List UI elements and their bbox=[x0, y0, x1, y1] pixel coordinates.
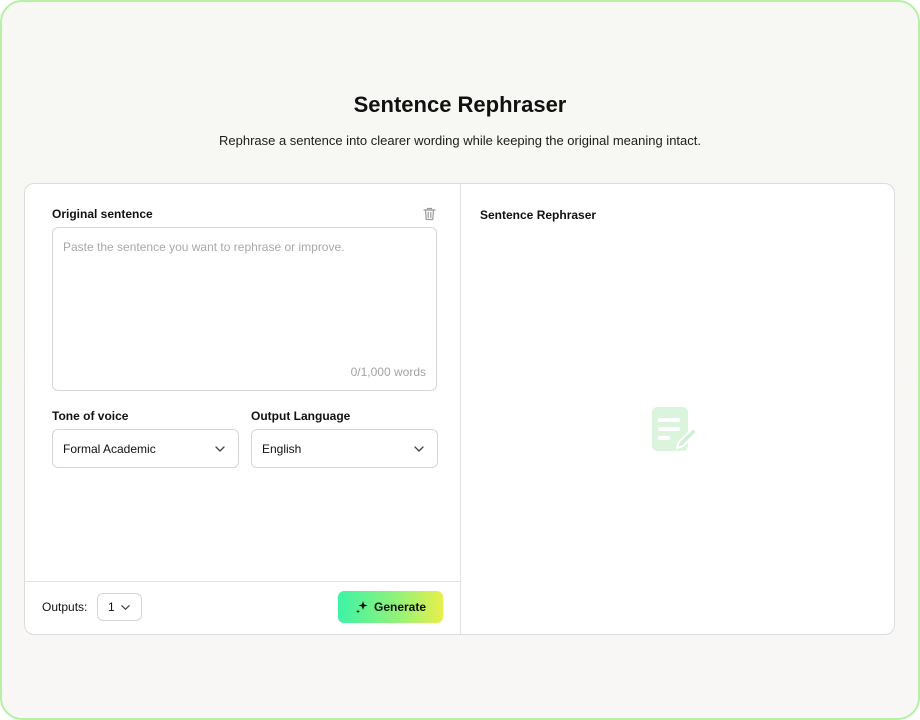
output-language-select[interactable]: English bbox=[251, 429, 438, 468]
sparkle-icon bbox=[355, 601, 368, 614]
outputs-label: Outputs: bbox=[42, 600, 88, 614]
tone-of-voice-label: Tone of voice bbox=[52, 409, 129, 423]
rephraser-card: Original sentence 0/1,000 words Tone of … bbox=[24, 183, 895, 635]
output-panel-title: Sentence Rephraser bbox=[480, 208, 597, 222]
output-panel: Sentence Rephraser bbox=[461, 184, 894, 634]
tone-of-voice-select[interactable]: Formal Academic bbox=[52, 429, 239, 468]
input-panel: Original sentence 0/1,000 words Tone of … bbox=[25, 184, 461, 634]
chevron-down-icon bbox=[121, 605, 130, 610]
page-title: Sentence Rephraser bbox=[353, 92, 567, 117]
original-sentence-field: 0/1,000 words bbox=[52, 227, 437, 391]
clear-button[interactable] bbox=[421, 206, 437, 222]
chevron-down-icon bbox=[215, 446, 225, 452]
word-count: 0/1,000 words bbox=[350, 365, 426, 379]
language-selected-value: English bbox=[262, 441, 302, 456]
generate-label: Generate bbox=[373, 600, 427, 614]
original-sentence-label: Original sentence bbox=[52, 207, 153, 221]
outputs-count-value: 1 bbox=[108, 600, 115, 614]
generate-button[interactable]: Generate bbox=[338, 591, 443, 623]
page-subtitle: Rephrase a sentence into clearer wording… bbox=[218, 133, 701, 148]
trash-icon bbox=[422, 207, 436, 221]
action-footer: Outputs: 1 Generate bbox=[25, 581, 461, 634]
output-language-label: Output Language bbox=[251, 409, 351, 423]
document-edit-icon bbox=[652, 407, 698, 451]
app-frame: Sentence Rephraser Rephrase a sentence i… bbox=[0, 0, 920, 720]
outputs-count-select[interactable]: 1 bbox=[97, 593, 142, 621]
chevron-down-icon bbox=[414, 446, 424, 452]
tone-selected-value: Formal Academic bbox=[63, 441, 156, 456]
